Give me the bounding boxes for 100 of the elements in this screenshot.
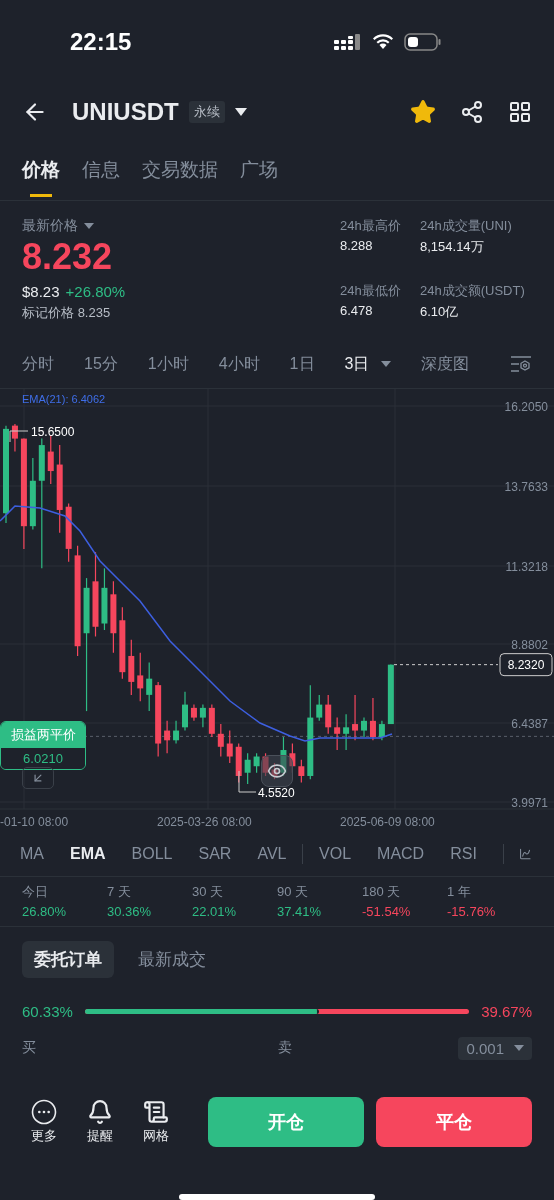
candle [173,720,180,745]
mark-price: 8.235 [77,304,111,320]
candle [316,694,323,722]
axis-label: 3.9971 [511,795,548,810]
bell-icon [87,1099,113,1126]
candle [262,752,269,777]
caret-icon[interactable] [234,107,247,116]
caret-icon [514,1045,524,1052]
indicator-tab[interactable]: VOL [319,845,352,864]
indicator-tab[interactable]: MACD [377,845,425,864]
share-icon[interactable] [460,99,484,124]
candle [65,502,72,563]
candle [217,723,224,758]
breakeven-tag[interactable]: 损益两平价 6.0210 [0,720,86,770]
page-tab[interactable]: 交易数据 [142,139,218,200]
interval-tab[interactable]: 分时 [22,353,54,375]
period-change: 37.41% [277,903,323,919]
period-change: 22.01% [192,903,238,919]
period-change: 30.36% [107,903,153,919]
low-label: 4.5520 [238,770,295,800]
candle [47,434,54,485]
candle [361,716,367,738]
indicator-tab[interactable]: SAR [198,845,232,864]
order-tab[interactable]: 委托订单 [22,941,114,979]
period-change: 26.80% [22,903,68,919]
precision-dropdown[interactable]: 0.001 [458,1036,532,1060]
stat-label: 24h最低价 [340,282,402,301]
interval-tab[interactable]: 15分 [84,353,118,375]
period-label: 30 天 [192,882,225,901]
candle [289,742,296,774]
candle [190,704,197,722]
high-label: 15.6500 [9,424,75,443]
toolbar-action[interactable]: 网格 [134,1099,178,1146]
candle [253,752,260,774]
candle [298,759,305,784]
last-price: 8.232 [22,234,114,279]
status-time: 22:15 [70,27,132,56]
eye-button[interactable] [261,754,293,787]
document-icon [143,1099,169,1126]
chart-settings-icon[interactable] [510,355,532,374]
price-change: +26.80% [65,282,126,300]
period-label: 180 天 [362,882,402,901]
period-label: 今日 [22,882,49,901]
indicator-tab[interactable]: AVL [257,845,287,864]
battery-icon [404,31,442,52]
stat-label: 24h最高价 [340,216,402,235]
candle [146,661,153,712]
sell-ratio: 39.67% [481,1002,532,1020]
page-tab[interactable]: 广场 [240,139,278,200]
indicator-tab[interactable]: RSI [450,845,477,864]
last-price-tag: 8.2320 [499,653,553,677]
candle [208,704,215,738]
symbol-title: UNIUSDT [72,97,179,126]
page-tab[interactable]: 价格 [22,139,60,200]
candle [369,697,376,741]
toolbar-action[interactable]: 更多 [22,1099,66,1146]
more-icon [31,1099,57,1126]
page-tab[interactable]: 信息 [82,139,120,200]
contract-badge: 永续 [188,100,225,123]
interval-tab[interactable]: 4小时 [218,353,260,375]
axis-label: 8.8802 [511,637,548,652]
grid-icon[interactable] [508,99,532,124]
close-position-button[interactable]: 平仓 [376,1097,532,1148]
collapse-button[interactable] [22,766,54,789]
order-tab[interactable]: 最新成交 [126,941,218,979]
interval-tab[interactable]: 3日 [344,353,392,375]
toolbar-action[interactable]: 提醒 [78,1099,122,1146]
candle [343,713,350,751]
candle [387,663,394,725]
axis-label: 2025-03-26 08:00 [157,814,252,829]
indicator-tab[interactable]: BOLL [131,845,173,864]
indicator-tab[interactable]: EMA [70,845,106,864]
axis-label: 6.4387 [511,716,548,731]
candle [352,694,359,741]
candle [128,639,135,696]
candle [164,720,171,754]
indicator-tab[interactable]: MA [20,845,44,864]
signal-icon [334,32,362,51]
stat-value: 8,154.14万 [420,237,485,256]
candle [271,762,278,780]
interval-tab[interactable]: 1日 [289,353,315,375]
usd-price: $8.23 [22,282,60,300]
indicator-value: EMA(21): 6.4062 [22,392,106,405]
buy-label: 买 [22,1039,37,1058]
depth-chart-tab[interactable]: 深度图 [421,353,470,375]
stat-value: 8.288 [340,237,374,253]
star-icon[interactable] [410,98,436,125]
axis-label: 2025-06-09 08:00 [340,814,435,829]
stat-value: 6.478 [340,303,374,319]
interval-tab[interactable]: 1小时 [147,353,189,375]
price-label: 最新价格 [22,216,78,235]
period-label: 7 天 [107,882,132,901]
candle [378,720,385,741]
axis-label: 11.3218 [505,559,548,574]
axis-label: -01-10 08:00 [0,814,69,829]
sell-label: 卖 [278,1039,292,1058]
candle [325,694,332,735]
candle [182,691,188,732]
mark-price-label: 标记价格 [22,304,74,320]
candle [334,716,341,751]
